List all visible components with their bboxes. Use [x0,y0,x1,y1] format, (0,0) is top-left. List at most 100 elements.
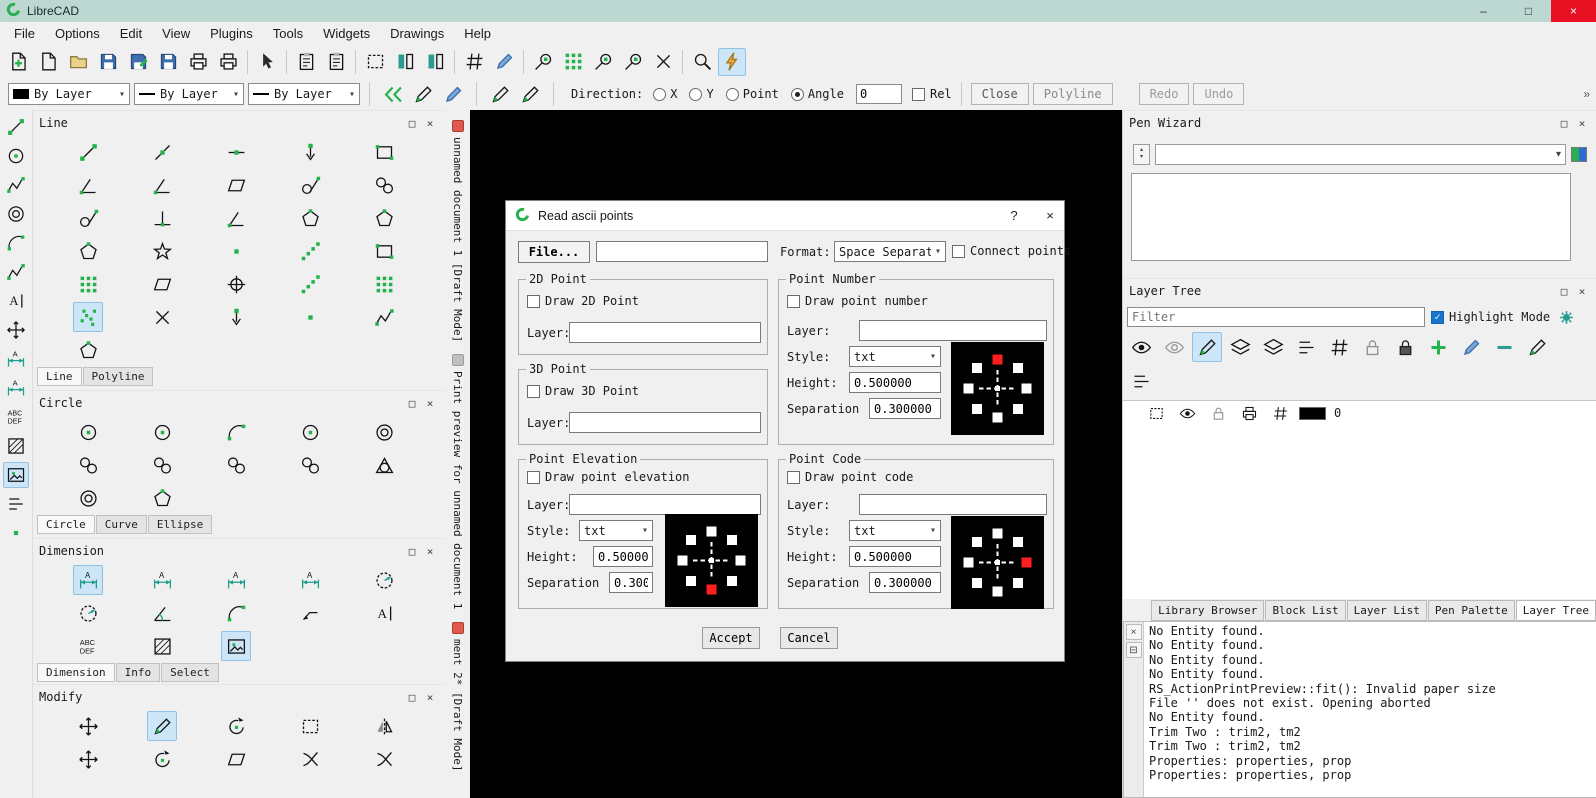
clipboard-paste-icon[interactable] [322,48,350,76]
float-panel-icon[interactable]: □ [403,115,421,131]
draw-star-icon[interactable] [147,236,177,266]
snap-distance-icon[interactable] [688,48,716,76]
rel-checkbox[interactable]: Rel [912,87,952,101]
panel-tab[interactable]: Select [161,663,219,682]
highlight-mode-checkbox[interactable]: ✓Highlight Mode [1431,310,1550,324]
layer-row[interactable]: 0 [1123,401,1596,425]
panel-tab[interactable]: Circle [37,515,95,534]
menu-item[interactable]: View [152,23,200,44]
circle-concentric-icon[interactable] [73,483,103,513]
circle-center-radius-icon[interactable] [369,417,399,447]
unlock-all-layers-icon[interactable] [1390,332,1420,362]
circle-center-point-icon[interactable] [73,417,103,447]
circle-three-points-icon[interactable] [295,417,325,447]
dialog-help-button[interactable]: ? [1000,204,1028,228]
redo-button[interactable]: Redo [1139,83,1190,105]
circle-two-circles-icon[interactable] [73,450,103,480]
line-horizontal-icon[interactable] [221,137,251,167]
order-top-icon[interactable] [391,48,419,76]
tool-arc-icon[interactable] [3,230,29,256]
direction-angle-radio[interactable]: Angle [791,87,844,101]
edit-entity-pen-icon[interactable] [409,80,437,108]
line-tangent-orthogonal-icon[interactable] [73,203,103,233]
layer-construction-icon[interactable] [1269,402,1291,424]
polyline-close-button[interactable]: Close [971,83,1029,105]
layer-list[interactable]: 0 [1123,400,1596,599]
dim-aligned-icon[interactable] [73,565,103,595]
cancel-button[interactable]: Cancel [780,627,838,649]
show-all-layers-icon[interactable] [1126,332,1156,362]
close-panel-icon[interactable]: × [1573,115,1591,131]
modify-move-copy-icon[interactable] [73,711,103,741]
points-rectangle-icon[interactable] [369,236,399,266]
console-dock-icon[interactable]: ⊟ [1126,642,1142,658]
toggle-construction-icon[interactable] [1324,332,1354,362]
close-panel-icon[interactable]: × [1573,283,1591,299]
line-cross-icon[interactable] [147,302,177,332]
modify-trim-two-icon[interactable] [369,744,399,774]
tool-hatch-icon[interactable] [3,433,29,459]
tool-order-icon[interactable] [3,491,29,517]
point-vertical-icon[interactable] [295,302,325,332]
draw-point-icon[interactable] [221,236,251,266]
layer-2d-input[interactable] [569,322,761,343]
panel-tab[interactable]: Info [116,663,161,682]
circle-two-points-radius-icon[interactable] [221,417,251,447]
layer-locked-icon[interactable] [1207,402,1229,424]
separation-number-input[interactable] [869,398,941,419]
draw-point-number-checkbox[interactable]: Draw point number [787,294,928,308]
height-elevation-input[interactable] [593,546,653,567]
tool-dim-linear-icon[interactable] [3,375,29,401]
save-all-icon[interactable] [154,48,182,76]
layer-filter-input[interactable] [1127,307,1425,327]
pen-wizard-select[interactable]: ▾ [1155,144,1566,165]
close-panel-icon[interactable]: × [421,395,439,411]
tool-dim-aligned-icon[interactable] [3,346,29,372]
polygon-center-corner-icon[interactable] [295,203,325,233]
points-spacing-icon[interactable] [295,269,325,299]
circle-tangent-three-icon[interactable] [295,450,325,480]
dim-horizontal-icon[interactable] [221,565,251,595]
float-panel-icon[interactable]: □ [403,689,421,705]
console-close-icon[interactable]: × [1126,624,1142,640]
draft-mode-toggle-icon[interactable] [490,48,518,76]
menu-item[interactable]: Edit [110,23,152,44]
layer-print-icon[interactable] [1238,402,1260,424]
polygon-two-corners-icon[interactable] [73,236,103,266]
edit-layer-icon[interactable] [1456,332,1486,362]
layer-select-box-icon[interactable] [1145,402,1167,424]
circle-tangent-radius-icon[interactable] [221,450,251,480]
tool-image-icon[interactable] [3,462,29,488]
text-abc-icon[interactable] [73,631,103,661]
close-panel-icon[interactable]: × [421,543,439,559]
dialog-close-button[interactable]: × [1036,204,1064,228]
circle-polygon-icon[interactable] [147,483,177,513]
draw-zigzag-icon[interactable] [369,302,399,332]
pen-width-select[interactable]: By Layer▾ [134,83,244,105]
layer-color-swatch[interactable] [1299,407,1326,420]
accept-button[interactable]: Accept [702,627,760,649]
draw-3d-point-checkbox[interactable]: Draw 3D Point [527,384,639,398]
clipboard-copy-icon[interactable] [292,48,320,76]
pen-linetype-select[interactable]: By Layer▾ [248,83,360,105]
modify-revert-direction-icon[interactable] [147,711,177,741]
tool-insert-block-icon[interactable] [3,317,29,343]
line-relative-angle-icon[interactable] [221,203,251,233]
selection-pointer-icon[interactable] [253,48,281,76]
snap-endpoint-icon[interactable] [589,48,617,76]
insert-image-icon[interactable] [221,631,251,661]
tool-line-icon[interactable] [3,114,29,140]
toggle-flat-list-icon[interactable] [1126,366,1156,396]
minimize-button[interactable]: – [1461,0,1506,22]
dim-angular-icon[interactable] [147,598,177,628]
copy-pen-from-entity-icon[interactable] [516,80,544,108]
direction-point-radio[interactable]: Point [726,87,779,101]
layer-code-input[interactable] [859,494,1047,515]
points-matrix-icon[interactable] [369,269,399,299]
modify-mirror-icon[interactable] [369,711,399,741]
apply-pen-to-entity-icon[interactable] [486,80,514,108]
defreeze-all-layers-icon[interactable] [1258,332,1288,362]
print-icon[interactable] [184,48,212,76]
dim-arc-icon[interactable] [221,598,251,628]
draw-hatch-icon[interactable] [147,631,177,661]
